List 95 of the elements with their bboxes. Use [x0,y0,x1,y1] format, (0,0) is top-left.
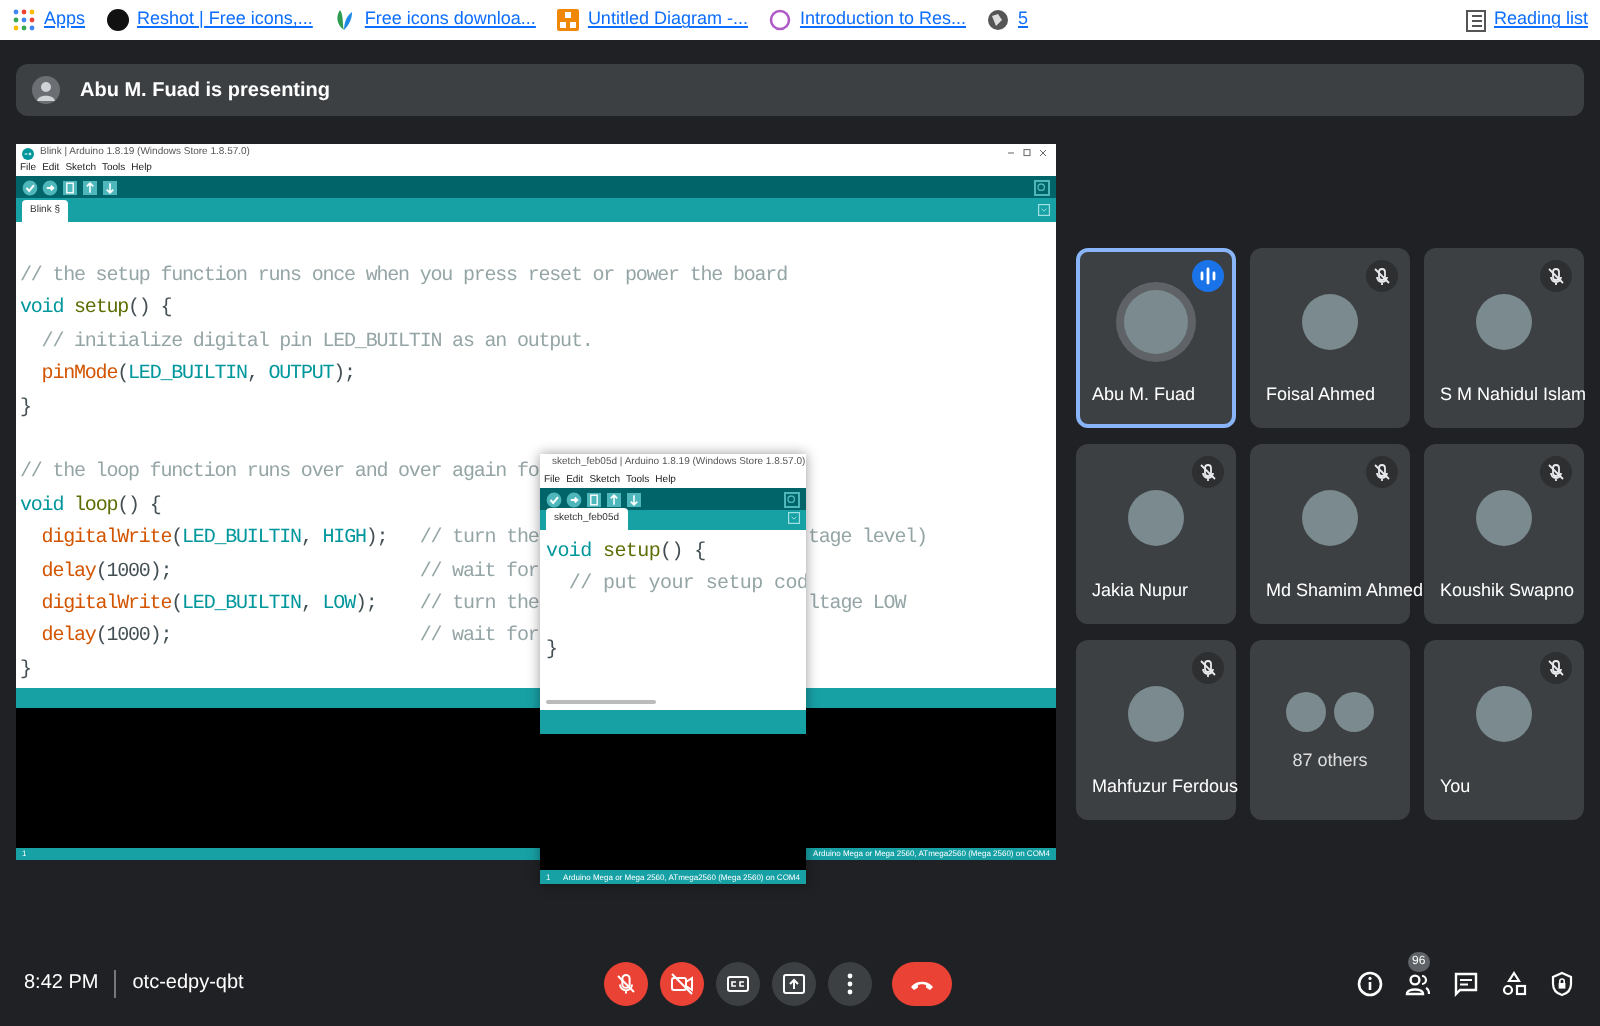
reading-list-button[interactable]: Reading list [1465,6,1588,34]
code-line: void setup() { [20,295,172,325]
bookmark-link[interactable]: Untitled Diagram -... [555,6,748,34]
activities-button[interactable] [1500,969,1528,997]
ring-icon [767,8,792,32]
bookmark-link[interactable]: 5 [986,6,1029,34]
code-line: tage level) [808,525,927,555]
code-line: void setup() { [546,539,706,568]
participant-name: Mahfuzur Ferdous [1092,773,1239,799]
participant-tile[interactable]: Koushik Swapno [1424,444,1584,624]
participant-name: Koushik Swapno [1440,577,1575,604]
participant-name: Md Shamim Ahmed [1266,577,1424,603]
save-icon[interactable] [102,179,118,195]
shapes-icon [1500,969,1528,997]
participant-tile[interactable]: Abu M. Fuad [1076,248,1236,428]
code-line: pinMode(LED_BUILTIN, OUTPUT); [39,361,355,391]
people-icon [1404,969,1432,997]
avatar-photo [1334,692,1374,733]
reading-list-icon [1465,9,1486,31]
present-icon [780,969,808,997]
open-file-icon[interactable] [82,179,98,195]
scrollbar[interactable] [546,700,656,704]
avatar-photo [1302,294,1358,350]
end-call-button[interactable] [892,961,952,1005]
verify-icon[interactable] [546,491,562,507]
code-line: // initialize digital pin LED_BUILTIN as an output. [39,329,593,358]
participant-tile[interactable]: Mahfuzur Ferdous [1076,640,1236,820]
participant-name: S M Nahidul Islam [1440,381,1587,407]
avatar-photo [1476,686,1532,742]
serial-monitor-icon[interactable] [784,491,800,507]
people-button[interactable] [1404,969,1432,997]
captions-button[interactable] [716,961,760,1005]
upload-icon[interactable] [566,491,582,507]
participant-name: Abu M. Fuad [1092,381,1196,407]
mic-off-icon [612,969,640,997]
participant-tile[interactable]: Jakia Nupur [1076,444,1236,624]
avatar-icon [32,76,60,104]
site-icon [105,8,130,32]
verify-icon[interactable] [22,179,38,195]
code-line: void loop() { [20,493,161,522]
meeting-code: otc-edpy-qbt [132,970,244,998]
leaf-icon [332,8,357,32]
code-line: ltage LOW [808,591,906,620]
participant-tile[interactable]: Foisal Ahmed [1250,248,1410,428]
code-line: digitalWrite(LED_BUILTIN, LOW); // turn the [39,591,539,620]
avatar-photo [1302,490,1358,546]
shield-lock-icon [1548,969,1576,997]
bookmark-link[interactable]: Introduction to Res... [767,6,967,34]
info-icon [1356,969,1384,997]
window-controls-icon[interactable] [1006,148,1050,158]
code-line: // the loop function runs over and over again fo [20,459,539,489]
new-file-icon[interactable] [62,179,78,195]
participant-tile[interactable]: S M Nahidul Islam [1424,248,1584,428]
presenting-label: Abu M. Fuad is presenting [80,77,331,105]
participant-name: You [1440,773,1471,799]
bookmark-link[interactable]: Reshot | Free icons,... [105,6,313,34]
upload-icon[interactable] [42,179,58,195]
participant-tile[interactable]: You [1424,640,1584,820]
chat-button[interactable] [1452,969,1480,997]
camera-off-icon [668,969,696,997]
code-line: delay(1000); // wait for [39,559,539,588]
chat-icon [1452,969,1480,997]
open-file-icon[interactable] [606,491,622,507]
meeting-details-button[interactable] [1356,969,1384,997]
code-line: digitalWrite(LED_BUILTIN, HIGH); // turn the [39,525,539,555]
code-line: delay(1000); // wait for [39,623,539,653]
avatar-photo [1476,490,1532,546]
avatar-photo [1124,290,1188,354]
camera-button[interactable] [660,961,704,1005]
participant-tile[interactable]: 87 others [1250,640,1410,820]
meeting-time: 8:42 PM [24,970,99,998]
bookmark-link[interactable]: Free icons downloa... [332,6,536,34]
avatar-photo [1128,490,1184,546]
new-file-icon[interactable] [586,491,602,507]
diagram-icon [555,8,580,32]
more-options-button[interactable] [828,961,872,1005]
serial-monitor-icon[interactable] [1034,179,1050,195]
save-icon[interactable] [626,491,642,507]
code-line: } [546,637,558,667]
globe-icon [986,8,1011,32]
avatar-photo [1286,692,1326,733]
code-line: // put your setup cod [566,571,806,601]
apps-icon [12,8,36,32]
code-line: } [20,395,31,424]
participant-name: Foisal Ahmed [1266,381,1376,407]
mic-button[interactable] [604,961,648,1005]
avatar-photo [1128,686,1184,742]
bookmark-link[interactable]: Apps [12,6,86,34]
participant-name: Jakia Nupur [1092,577,1189,604]
host-controls-button[interactable] [1548,969,1576,997]
avatar-photo [1476,294,1532,350]
others-count: 87 others [1292,748,1368,775]
code-line: // the setup function runs once when you press reset or power the board [20,263,787,292]
code-line: } [20,657,31,686]
present-button[interactable] [772,961,816,1005]
